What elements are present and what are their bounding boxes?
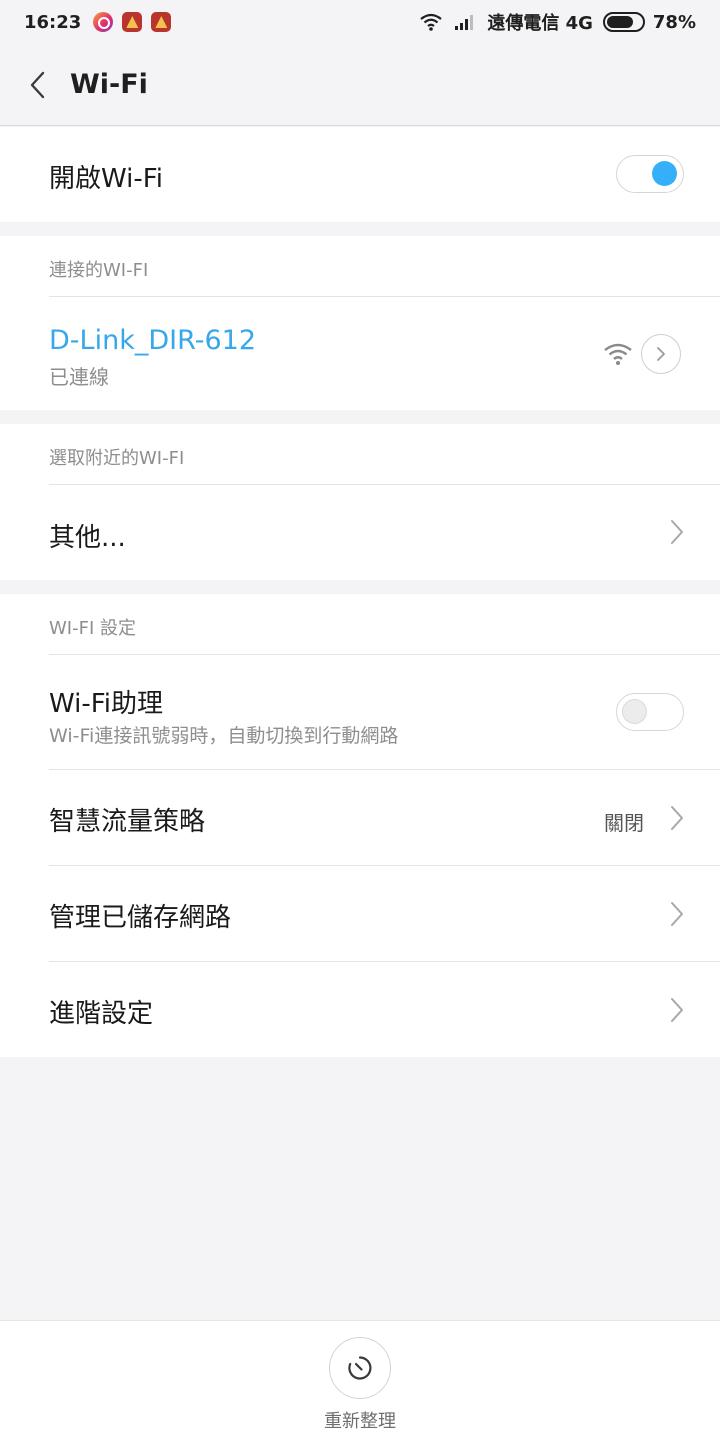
wifi-signal-icon: [604, 343, 632, 365]
connected-network-status: 已連線: [49, 365, 109, 389]
page-title: Wi-Fi: [70, 69, 148, 100]
connected-network-row[interactable]: D-Link_DIR-612 已連線: [0, 297, 720, 410]
toggle-knob: [652, 161, 677, 186]
wifi-toggle-switch[interactable]: [616, 155, 684, 193]
other-network-label: 其他...: [49, 523, 126, 553]
chevron-right-icon: [671, 806, 683, 830]
refresh-icon: [348, 1356, 372, 1380]
game-notification-icon: [122, 12, 143, 32]
manage-saved-networks-row[interactable]: 管理已儲存網路: [0, 866, 720, 961]
other-network-row[interactable]: 其他...: [0, 485, 720, 580]
chevron-right-icon: [671, 902, 683, 926]
chevron-right-icon: [657, 347, 665, 361]
wifi-status-icon: [420, 13, 443, 31]
manage-saved-networks-label: 管理已儲存網路: [49, 903, 232, 933]
back-button[interactable]: [0, 44, 70, 126]
refresh-button[interactable]: [329, 1337, 391, 1399]
connected-wifi-card: 連接的WI-FI D-Link_DIR-612 已連線: [0, 236, 720, 410]
battery-icon: [602, 12, 645, 32]
game-notification-icon-2: [151, 12, 172, 32]
smart-traffic-label: 智慧流量策略: [49, 807, 206, 837]
status-bar: 16:23 遠傳電信 4G 78%: [0, 0, 720, 44]
wifi-toggle-label: 開啟Wi-Fi: [49, 164, 164, 194]
back-arrow-icon: [30, 71, 45, 98]
chevron-right-icon: [671, 998, 683, 1022]
wifi-assistant-row[interactable]: Wi-Fi助理 Wi-Fi連接訊號弱時，自動切換到行動網路: [0, 655, 720, 769]
settings-section-label: WI-FI 設定: [49, 618, 136, 639]
battery-percent: 78%: [652, 11, 696, 33]
advanced-settings-row[interactable]: 進階設定: [0, 962, 720, 1057]
smart-traffic-value: 關閉: [604, 811, 644, 835]
connected-network-name: D-Link_DIR-612: [49, 325, 257, 356]
battery-fill: [606, 16, 634, 28]
network-details-button[interactable]: [641, 334, 681, 374]
chevron-right-icon: [671, 520, 683, 544]
nearby-section-label: 選取附近的WI-FI: [49, 448, 185, 469]
smart-traffic-row[interactable]: 智慧流量策略 關閉: [0, 770, 720, 865]
signal-strength-icon: [455, 15, 474, 30]
wifi-assistant-subtitle: Wi-Fi連接訊號弱時，自動切換到行動網路: [49, 725, 399, 747]
nearby-wifi-card: 選取附近的WI-FI 其他...: [0, 424, 720, 580]
bottom-action-bar: 重新整理: [0, 1320, 720, 1440]
wifi-toggle-card: 開啟Wi-Fi: [0, 127, 720, 222]
wifi-settings-card: WI-FI 設定 Wi-Fi助理 Wi-Fi連接訊號弱時，自動切換到行動網路 智…: [0, 594, 720, 1057]
instagram-notification-icon: [93, 12, 114, 32]
wifi-assistant-title: Wi-Fi助理: [49, 689, 164, 719]
status-time: 16:23: [24, 11, 82, 33]
refresh-label: 重新整理: [324, 1411, 396, 1432]
wifi-assistant-toggle[interactable]: [616, 693, 684, 731]
carrier-label: 遠傳電信 4G: [487, 13, 593, 34]
connected-section-label: 連接的WI-FI: [49, 260, 149, 281]
advanced-settings-label: 進階設定: [49, 999, 154, 1029]
page-header: Wi-Fi: [0, 44, 720, 126]
toggle-knob: [622, 699, 647, 724]
